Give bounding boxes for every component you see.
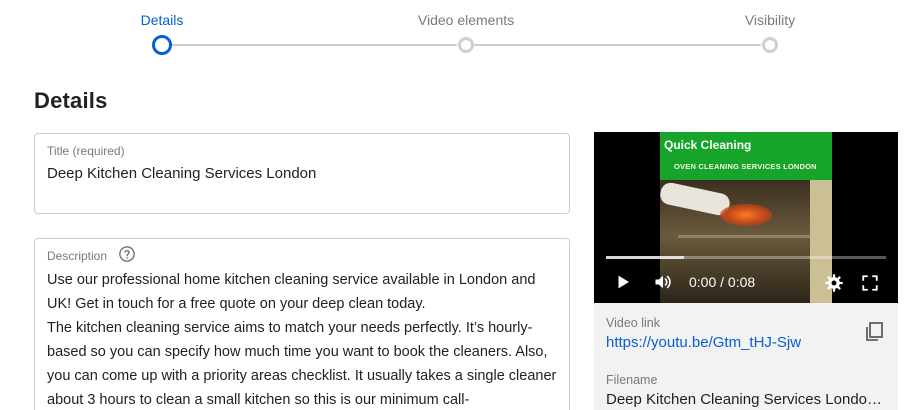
description-field[interactable]: Description Use our professional home ki…: [34, 238, 570, 410]
thumbnail-subtitle: OVEN CLEANING SERVICES LONDON: [674, 162, 817, 171]
thumbnail-oven-rack: [678, 235, 818, 238]
play-icon[interactable]: [614, 273, 632, 291]
title-input[interactable]: Deep Kitchen Cleaning Services London: [47, 165, 316, 182]
upload-stepper: Details Video elements Visibility: [0, 0, 916, 70]
stepper-line-1: [170, 44, 457, 46]
help-circle-icon[interactable]: [118, 245, 136, 263]
thumbnail-oven-glow: [720, 204, 772, 226]
title-field-label: Title (required): [47, 144, 125, 158]
progress-fill: [606, 256, 685, 259]
description-textarea[interactable]: Use our professional home kitchen cleani…: [47, 268, 559, 410]
step-details-label[interactable]: Details: [141, 12, 184, 28]
thumbnail-banner: Quick Cleaning OVEN CLEANING SERVICES LO…: [660, 132, 832, 180]
video-player[interactable]: Quick Cleaning OVEN CLEANING SERVICES LO…: [594, 132, 898, 303]
description-paragraph: The kitchen cleaning service aims to mat…: [47, 320, 557, 408]
step-video-elements-dot[interactable]: [458, 37, 474, 53]
thumbnail-brand: Quick Cleaning: [664, 138, 752, 152]
step-video-elements-label[interactable]: Video elements: [418, 12, 514, 28]
time-display: 0:00 / 0:08: [689, 274, 756, 290]
stepper-line-2: [474, 44, 761, 46]
description-paragraph: Use our professional home kitchen cleani…: [47, 272, 536, 312]
step-visibility-dot[interactable]: [762, 37, 778, 53]
step-details-dot[interactable]: [152, 35, 172, 55]
filename-value: Deep Kitchen Cleaning Services London.mp…: [606, 391, 886, 408]
video-link[interactable]: https://youtu.be/Gtm_tHJ-Sjw: [606, 334, 801, 351]
video-preview-card: Quick Cleaning OVEN CLEANING SERVICES LO…: [594, 132, 898, 410]
fullscreen-icon[interactable]: [861, 274, 879, 292]
progress-bar[interactable]: [606, 256, 886, 259]
description-field-label: Description: [47, 249, 108, 263]
video-link-label: Video link: [606, 316, 660, 330]
step-visibility-label[interactable]: Visibility: [745, 12, 795, 28]
details-heading: Details: [34, 88, 108, 113]
title-field[interactable]: Title (required) Deep Kitchen Cleaning S…: [34, 133, 570, 214]
volume-icon[interactable]: [652, 272, 674, 292]
gear-icon[interactable]: [824, 273, 844, 293]
copy-icon[interactable]: [862, 320, 886, 344]
filename-label: Filename: [606, 373, 658, 387]
